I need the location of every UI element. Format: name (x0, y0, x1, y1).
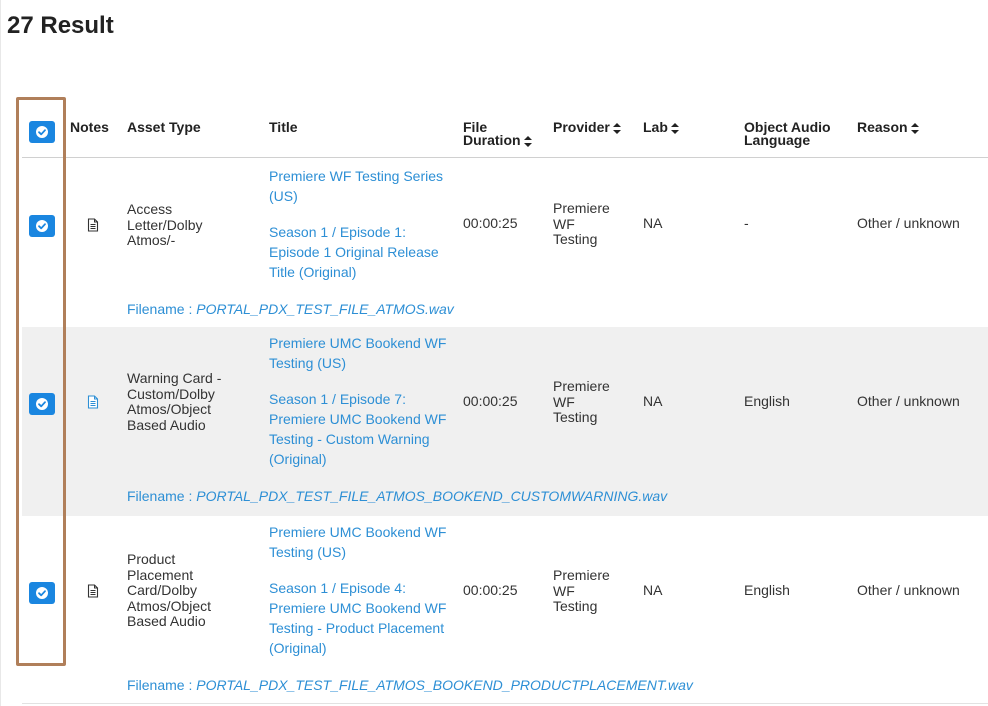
select-all-checkbox[interactable] (29, 121, 55, 143)
asset-type-line: Based Audio (127, 613, 206, 629)
language-cell: English (744, 393, 790, 409)
table-row: Warning Card - Custom/Dolby Atmos/Object… (22, 327, 988, 516)
filename[interactable]: Filename : PORTAL_PDX_TEST_FILE_ATMOS_BO… (127, 677, 693, 693)
row-divider (22, 703, 988, 704)
filename[interactable]: Filename : PORTAL_PDX_TEST_FILE_ATMOS_BO… (127, 488, 667, 504)
file-duration-cell: 00:00:25 (463, 393, 518, 409)
episode-title-link[interactable]: Season 1 / Episode 7: Premiere UMC Booke… (269, 389, 449, 470)
file-duration-cell: 00:00:25 (463, 215, 518, 231)
sort-icon[interactable] (523, 135, 532, 147)
asset-type-line: Based Audio (127, 416, 206, 433)
filename-label: Filename : (127, 488, 197, 504)
asset-type-line: Warning Card - (127, 370, 222, 386)
series-title-link[interactable]: Premiere WF Testing Series (US) (269, 166, 449, 207)
checkmark-icon (36, 220, 48, 232)
provider-line: Testing (553, 598, 598, 614)
asset-type-cell: Warning Card - Custom/Dolby Atmos/Object… (127, 370, 222, 433)
filename[interactable]: Filename : PORTAL_PDX_TEST_FILE_ATMOS.wa… (127, 301, 454, 317)
provider-line: Premiere (553, 567, 610, 583)
language-cell: English (744, 582, 790, 598)
lab-cell: NA (643, 582, 663, 598)
provider-line: Testing (553, 409, 598, 425)
header-reason-label: Reason (857, 119, 908, 135)
row-checkbox[interactable] (29, 582, 55, 604)
reason-cell: Other / unknown (857, 393, 960, 409)
page-left-border (0, 0, 1, 706)
episode-title-link[interactable]: Season 1 / Episode 4: Premiere UMC Booke… (269, 578, 449, 659)
result-count-heading: 27 Result (7, 12, 114, 39)
row-checkbox[interactable] (29, 393, 55, 415)
series-title-link[interactable]: Premiere UMC Bookend WF Testing (US) (269, 333, 449, 374)
provider-line: WF (553, 215, 575, 232)
asset-type-line: Atmos/Object (127, 401, 212, 417)
checkmark-icon (36, 126, 48, 138)
header-lab[interactable]: Lab (643, 119, 679, 135)
provider-line: WF (553, 393, 575, 410)
asset-type-line: Placement (127, 566, 194, 583)
row-checkbox[interactable] (29, 215, 55, 237)
header-provider[interactable]: Provider (553, 119, 621, 135)
asset-type-line: Card/Dolby (127, 582, 198, 598)
episode-title-link[interactable]: Season 1 / Episode 1: Episode 1 Original… (269, 222, 449, 283)
asset-type-line: Product (127, 551, 176, 567)
header-notes: Notes (70, 119, 109, 135)
header-asset-type: Asset Type (127, 119, 201, 135)
header-provider-label: Provider (553, 119, 610, 135)
sort-icon[interactable] (670, 122, 679, 134)
filename-label: Filename : (127, 677, 197, 693)
filename-value: PORTAL_PDX_TEST_FILE_ATMOS_BOOKEND_CUSTO… (196, 488, 668, 504)
provider-cell: Premiere WF Testing (553, 378, 610, 426)
asset-type-line: Access (127, 201, 173, 217)
title-cell: Premiere WF Testing Series (US) Season 1… (269, 166, 449, 282)
filename-label: Filename : (127, 301, 197, 317)
provider-line: WF (553, 582, 575, 599)
asset-type-cell: Access Letter/Dolby Atmos/- (127, 201, 203, 249)
header-file-duration[interactable]: File Duration (463, 120, 532, 148)
header-reason[interactable]: Reason (857, 119, 919, 135)
provider-cell: Premiere WF Testing (553, 200, 610, 248)
series-title-link[interactable]: Premiere UMC Bookend WF Testing (US) (269, 522, 449, 563)
header-lab-label: Lab (643, 119, 668, 135)
asset-type-line: Atmos/Object (127, 597, 212, 614)
header-title: Title (269, 119, 298, 135)
checkmark-icon (36, 398, 48, 410)
title-cell: Premiere UMC Bookend WF Testing (US) Sea… (269, 333, 449, 470)
title-cell: Premiere UMC Bookend WF Testing (US) Sea… (269, 522, 449, 659)
provider-cell: Premiere WF Testing (553, 567, 610, 615)
checkmark-icon (36, 587, 48, 599)
lab-cell: NA (643, 215, 663, 231)
table-row: Product Placement Card/Dolby Atmos/Objec… (22, 516, 988, 704)
lab-cell: NA (643, 393, 663, 409)
language-cell: - (744, 215, 749, 231)
provider-line: Premiere (553, 200, 610, 216)
provider-line: Testing (553, 231, 598, 247)
document-icon[interactable] (86, 395, 100, 409)
asset-type-line: Atmos/- (127, 232, 176, 248)
table-header: Notes Asset Type Title File Duration Pro… (22, 98, 988, 158)
header-file-duration-line2: Duration (463, 132, 521, 148)
document-icon[interactable] (86, 218, 100, 232)
provider-line: Premiere (553, 378, 610, 394)
file-duration-cell: 00:00:25 (463, 582, 518, 598)
reason-cell: Other / unknown (857, 582, 960, 598)
header-object-audio-language: Object Audio Language (744, 120, 831, 148)
asset-type-cell: Product Placement Card/Dolby Atmos/Objec… (127, 551, 212, 630)
table-row: Access Letter/Dolby Atmos/- Premiere WF … (22, 158, 988, 327)
reason-cell: Other / unknown (857, 215, 960, 231)
sort-icon[interactable] (910, 122, 919, 134)
asset-type-line: Letter/Dolby (127, 216, 203, 233)
asset-type-line: Custom/Dolby (127, 385, 215, 402)
sort-icon[interactable] (612, 122, 621, 134)
header-oal-line2: Language (744, 132, 811, 148)
filename-value: PORTAL_PDX_TEST_FILE_ATMOS_BOOKEND_PRODU… (196, 677, 693, 693)
document-icon[interactable] (86, 584, 100, 598)
filename-value: PORTAL_PDX_TEST_FILE_ATMOS.wav (196, 301, 454, 317)
